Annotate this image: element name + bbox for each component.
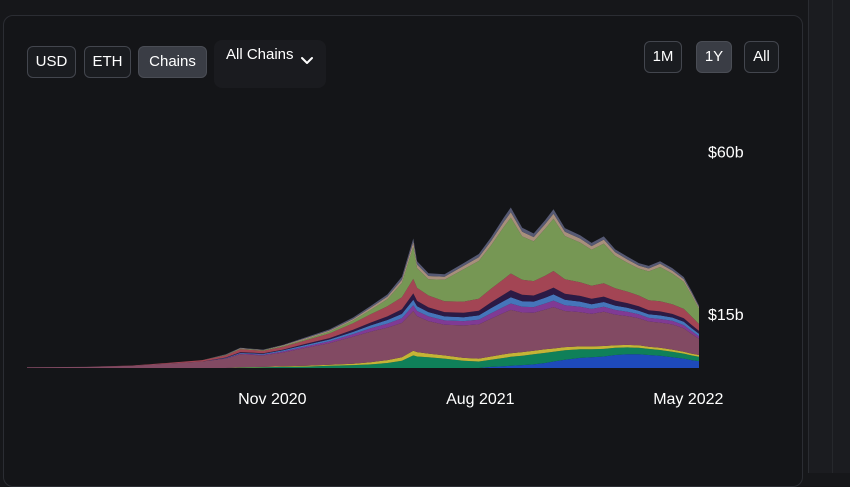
chart-areas: [27, 207, 699, 368]
y-tick-label: $60b: [708, 145, 744, 162]
x-tick-label: May 2022: [653, 391, 723, 408]
tvl-area-chart: $60b $15b Nov 2020 Aug 2021 May 2022: [27, 145, 744, 408]
y-tick-label: $15b: [708, 307, 744, 324]
y-axis: $60b $15b: [708, 145, 744, 324]
x-tick-label: Aug 2021: [446, 391, 515, 408]
x-tick-label: Nov 2020: [238, 391, 307, 408]
x-axis: Nov 2020 Aug 2021 May 2022: [238, 391, 723, 408]
